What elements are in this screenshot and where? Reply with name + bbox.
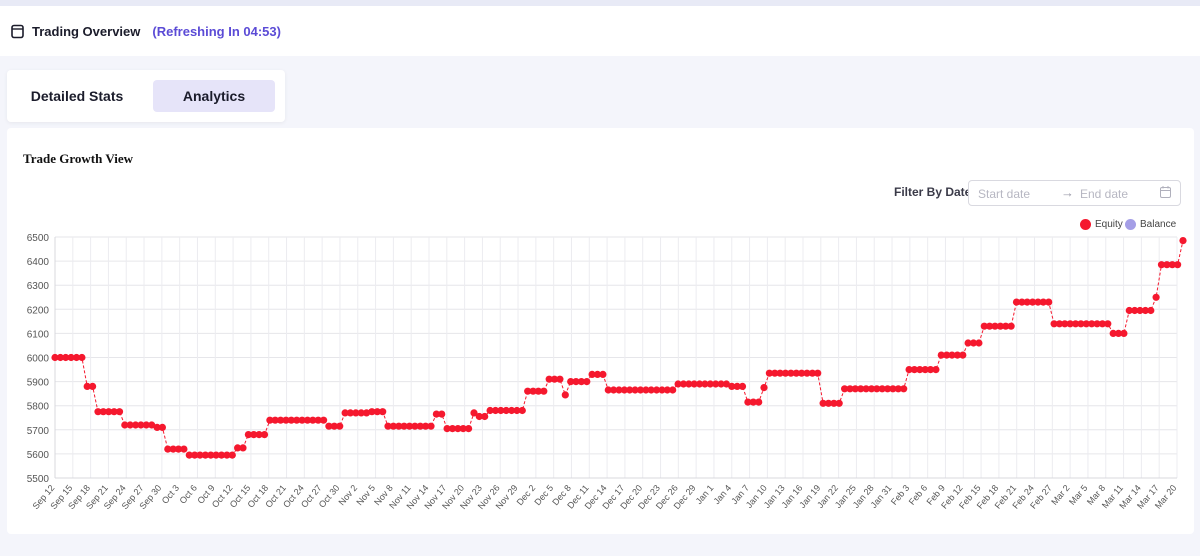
equity-point bbox=[481, 412, 489, 421]
page-bottom bbox=[0, 540, 1200, 556]
equity-point bbox=[1179, 237, 1187, 245]
equity-point bbox=[959, 351, 967, 359]
cylinder-icon bbox=[10, 23, 24, 39]
equity-series-line bbox=[55, 240, 1184, 456]
equity-point bbox=[975, 339, 983, 347]
equity-point bbox=[89, 382, 97, 390]
equity-point bbox=[438, 410, 446, 418]
equity-point bbox=[379, 408, 387, 416]
equity-point bbox=[320, 416, 328, 424]
x-tick-label: Mar 5 bbox=[1067, 483, 1089, 507]
equity-point bbox=[158, 423, 166, 431]
equity-point bbox=[599, 370, 607, 378]
x-tick-label: Mar 2 bbox=[1049, 483, 1071, 507]
y-tick-label: 6200 bbox=[27, 305, 50, 316]
equity-point bbox=[835, 399, 843, 407]
refresh-countdown: (Refreshing In 04:53) bbox=[152, 23, 281, 39]
equity-point bbox=[115, 408, 124, 416]
equity-point bbox=[556, 375, 564, 383]
page-title: Trading Overview bbox=[32, 23, 141, 39]
equity-point bbox=[932, 366, 940, 374]
equity-point bbox=[540, 387, 548, 395]
equity-point bbox=[1104, 320, 1112, 328]
equity-point bbox=[814, 369, 822, 377]
equity-point bbox=[669, 386, 677, 394]
equity-point bbox=[1174, 261, 1182, 269]
page-header: Trading Overview (Refreshing In 04:53) bbox=[0, 6, 1200, 56]
trade-growth-chart: 5500 5600 5700 5800 5900 6000 6100 6200 6300 6400… bbox=[27, 233, 1187, 511]
x-tick-label: Feb 6 bbox=[907, 483, 929, 507]
y-tick-label: 6300 bbox=[27, 281, 50, 292]
equity-point bbox=[1007, 322, 1015, 330]
trade-growth-card: Trade Growth View Filter By Date: Start … bbox=[7, 128, 1194, 534]
equity-point bbox=[180, 445, 188, 453]
y-tick-label: 5800 bbox=[27, 402, 50, 413]
tab-analytics[interactable]: Analytics bbox=[153, 80, 275, 112]
tab-detailed-stats[interactable]: Detailed Stats bbox=[15, 80, 139, 112]
y-tick-label: 6000 bbox=[27, 354, 50, 365]
equity-point bbox=[518, 406, 526, 415]
y-tick-label: 6100 bbox=[27, 329, 50, 340]
equity-point bbox=[738, 382, 747, 390]
equity-point bbox=[583, 378, 591, 386]
equity-point bbox=[427, 422, 435, 430]
equity-point bbox=[1045, 298, 1053, 306]
equity-point bbox=[78, 353, 86, 362]
y-tick-label: 5900 bbox=[27, 378, 50, 389]
equity-point bbox=[260, 431, 269, 439]
x-tick-label: Oct 3 bbox=[160, 483, 181, 506]
equity-point bbox=[755, 398, 763, 406]
x-tick-label: Dec 2 bbox=[515, 483, 538, 507]
equity-point bbox=[900, 385, 908, 393]
x-tick-label: Oct 6 bbox=[178, 483, 199, 506]
x-tick-label: Dec 5 bbox=[532, 483, 555, 507]
equity-point bbox=[1147, 306, 1155, 315]
view-tabs: Detailed Stats Analytics bbox=[7, 70, 285, 122]
y-tick-label: 5500 bbox=[27, 474, 50, 485]
equity-point bbox=[561, 391, 569, 399]
x-tick-label: Feb 3 bbox=[889, 483, 911, 507]
equity-point bbox=[1120, 329, 1128, 337]
equity-point bbox=[228, 451, 236, 459]
x-tick-label: Nov 2 bbox=[337, 483, 360, 507]
x-tick-label: Nov 5 bbox=[354, 483, 377, 507]
y-tick-label: 5700 bbox=[27, 426, 50, 437]
equity-point bbox=[760, 384, 768, 392]
equity-point bbox=[465, 425, 473, 433]
x-tick-label: Jan 1 bbox=[694, 483, 716, 506]
y-tick-label: 6400 bbox=[27, 257, 50, 268]
y-tick-label: 6500 bbox=[27, 233, 50, 244]
y-tick-label: 5600 bbox=[27, 450, 50, 461]
equity-point bbox=[336, 422, 344, 430]
equity-point bbox=[1152, 293, 1160, 301]
x-tick-label: Jan 4 bbox=[711, 483, 733, 506]
equity-point bbox=[239, 444, 247, 452]
